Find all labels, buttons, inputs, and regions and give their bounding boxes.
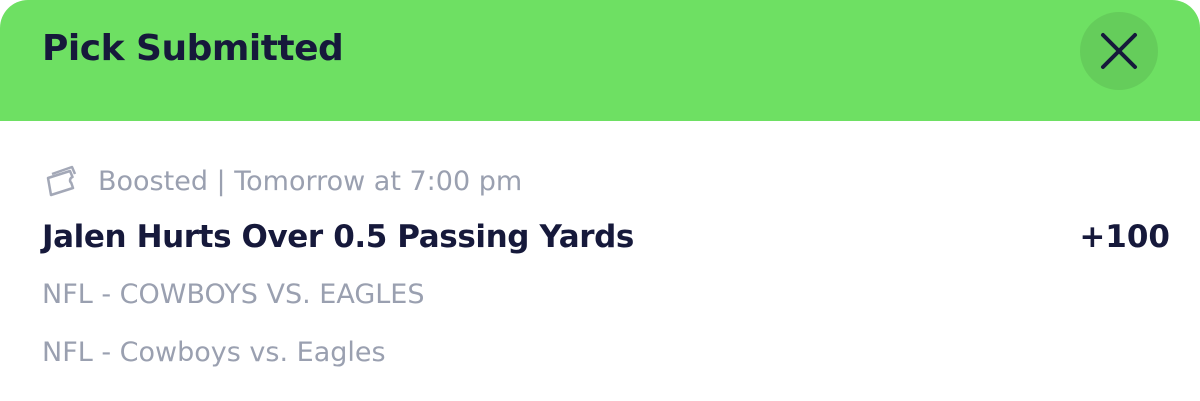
- ticket-icon: [42, 161, 82, 201]
- close-button[interactable]: [1080, 12, 1158, 90]
- pick-submitted-card: Pick Submitted Boosted | Tomorrow at 7:0…: [0, 0, 1200, 401]
- close-icon: [1101, 33, 1137, 69]
- event-name-uppercase: NFL - COWBOYS VS. EAGLES: [42, 279, 425, 310]
- pick-meta-row: Boosted | Tomorrow at 7:00 pm: [42, 161, 522, 201]
- pick-selection: Jalen Hurts Over 0.5 Passing Yards: [42, 219, 634, 255]
- page-title: Pick Submitted: [42, 28, 344, 69]
- header-bar: Pick Submitted: [0, 0, 1200, 121]
- event-name: NFL - Cowboys vs. Eagles: [42, 337, 386, 368]
- pick-meta-text: Boosted | Tomorrow at 7:00 pm: [98, 165, 523, 197]
- pick-row: Jalen Hurts Over 0.5 Passing Yards +100: [42, 213, 1170, 261]
- pick-odds: +100: [1079, 219, 1170, 255]
